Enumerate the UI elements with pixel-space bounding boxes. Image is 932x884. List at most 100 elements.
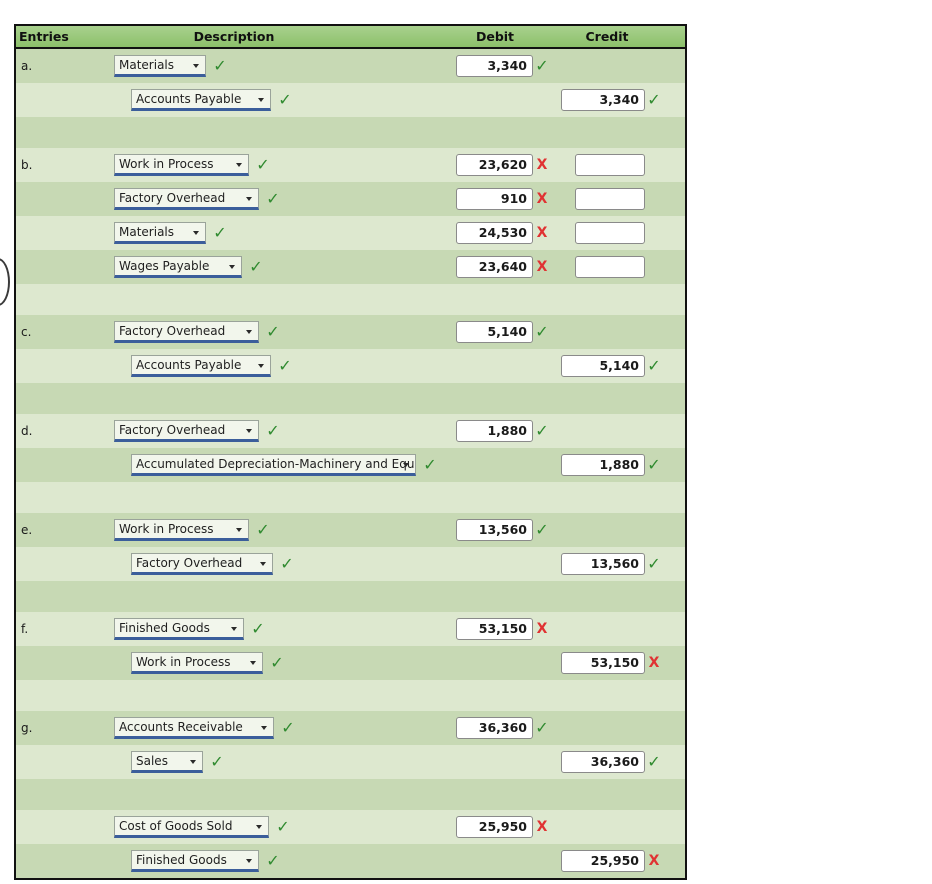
- account-select-label: Factory Overhead: [119, 191, 226, 205]
- table-row: Work in Process ✓ 53,150 X: [16, 646, 685, 680]
- account-status-icon: ✓: [251, 619, 265, 638]
- table-row: Sales ✓ 36,360 ✓: [16, 745, 685, 779]
- account-select[interactable]: Cost of Goods Sold: [114, 816, 269, 838]
- chevron-down-icon[interactable]: [236, 528, 242, 532]
- chevron-down-icon[interactable]: [250, 661, 256, 665]
- debit-status-icon: ✓: [535, 520, 549, 539]
- table-row: Accounts Payable ✓ 5,140 ✓: [16, 349, 685, 383]
- credit-input[interactable]: 53,150: [561, 652, 645, 674]
- debit-cell: 1,880 ✓: [439, 420, 551, 442]
- column-header-debit: Debit: [475, 29, 515, 44]
- account-select-label: Accumulated Depreciation-Machinery and E…: [136, 457, 416, 471]
- account-select[interactable]: Work in Process: [114, 519, 249, 541]
- account-select[interactable]: Accounts Payable: [131, 89, 271, 111]
- account-select[interactable]: Materials: [114, 55, 206, 77]
- credit-input[interactable]: 25,950: [561, 850, 645, 872]
- account-select[interactable]: Sales: [131, 751, 203, 773]
- spacer-row: [16, 383, 685, 414]
- chevron-down-icon[interactable]: [258, 98, 264, 102]
- chevron-down-icon[interactable]: [190, 760, 196, 764]
- chevron-down-icon[interactable]: [258, 364, 264, 368]
- account-select[interactable]: Finished Goods: [114, 618, 244, 640]
- account-select[interactable]: Work in Process: [131, 652, 263, 674]
- chevron-down-icon[interactable]: [193, 231, 199, 235]
- entry-letter: e.: [21, 523, 33, 537]
- spacer-row: [16, 117, 685, 148]
- debit-cell: 23,620 X: [439, 154, 551, 176]
- account-select[interactable]: Materials: [114, 222, 206, 244]
- account-select[interactable]: Factory Overhead: [114, 420, 259, 442]
- account-status-icon: ✓: [256, 155, 270, 174]
- credit-input[interactable]: 36,360: [561, 751, 645, 773]
- account-select-label: Work in Process: [136, 655, 231, 669]
- description-cell: Wages Payable ✓: [65, 256, 439, 278]
- account-select[interactable]: Accounts Receivable: [114, 717, 274, 739]
- description-cell: Accounts Payable ✓: [65, 89, 439, 111]
- account-select-label: Wages Payable: [119, 259, 210, 273]
- chevron-down-icon[interactable]: [229, 265, 235, 269]
- debit-cell: 23,640 X: [439, 256, 551, 278]
- debit-cell: 13,560 ✓: [439, 519, 551, 541]
- entry-letter: a.: [21, 59, 33, 73]
- credit-input-empty[interactable]: [575, 256, 645, 278]
- account-select[interactable]: Work in Process: [114, 154, 249, 176]
- debit-input[interactable]: 25,950: [456, 816, 533, 838]
- account-status-icon: ✓: [276, 817, 290, 836]
- account-select[interactable]: Accounts Payable: [131, 355, 271, 377]
- description-cell: Accounts Payable ✓: [65, 355, 439, 377]
- debit-input[interactable]: 5,140: [456, 321, 533, 343]
- debit-input[interactable]: 36,360: [456, 717, 533, 739]
- account-select[interactable]: Factory Overhead: [114, 321, 259, 343]
- account-select-label: Factory Overhead: [119, 324, 226, 338]
- table-row: b. Work in Process ✓ 23,620 X: [16, 148, 685, 182]
- account-status-icon: ✓: [210, 752, 224, 771]
- chevron-down-icon[interactable]: [246, 429, 252, 433]
- debit-input[interactable]: 13,560: [456, 519, 533, 541]
- chevron-down-icon[interactable]: [236, 163, 242, 167]
- debit-input[interactable]: 24,530: [456, 222, 533, 244]
- table-row: g. Accounts Receivable ✓ 36,360 ✓: [16, 711, 685, 745]
- description-cell: Factory Overhead ✓: [65, 553, 439, 575]
- debit-input[interactable]: 53,150: [456, 618, 533, 640]
- table-row: Materials ✓ 24,530 X: [16, 216, 685, 250]
- debit-input[interactable]: 1,880: [456, 420, 533, 442]
- chevron-down-icon[interactable]: [403, 463, 409, 467]
- credit-input[interactable]: 3,340: [561, 89, 645, 111]
- chevron-down-icon[interactable]: [246, 859, 252, 863]
- credit-input-empty[interactable]: [575, 222, 645, 244]
- account-select[interactable]: Factory Overhead: [131, 553, 273, 575]
- debit-status-icon: ✓: [535, 56, 549, 75]
- debit-status-icon: ✓: [535, 322, 549, 341]
- debit-input[interactable]: 23,620: [456, 154, 533, 176]
- credit-input[interactable]: 13,560: [561, 553, 645, 575]
- account-select[interactable]: Finished Goods: [131, 850, 259, 872]
- credit-input-empty[interactable]: [575, 188, 645, 210]
- description-cell: Work in Process ✓: [65, 652, 439, 674]
- account-select[interactable]: Factory Overhead: [114, 188, 259, 210]
- chevron-down-icon[interactable]: [256, 825, 262, 829]
- description-cell: Accumulated Depreciation-Machinery and E…: [65, 454, 439, 476]
- chevron-down-icon[interactable]: [246, 330, 252, 334]
- account-select-label: Materials: [119, 225, 175, 239]
- chevron-down-icon[interactable]: [261, 726, 267, 730]
- debit-cell: 5,140 ✓: [439, 321, 551, 343]
- chevron-down-icon[interactable]: [246, 197, 252, 201]
- debit-cell: 36,360 ✓: [439, 717, 551, 739]
- table-header-row: Entries Description Debit Credit: [16, 26, 685, 49]
- credit-status-icon: X: [648, 853, 660, 869]
- debit-input[interactable]: 910: [456, 188, 533, 210]
- chevron-down-icon[interactable]: [193, 64, 199, 68]
- credit-input[interactable]: 5,140: [561, 355, 645, 377]
- credit-input[interactable]: 1,880: [561, 454, 645, 476]
- account-select[interactable]: Accumulated Depreciation-Machinery and E…: [131, 454, 416, 476]
- credit-status-icon: ✓: [647, 752, 661, 771]
- debit-input[interactable]: 23,640: [456, 256, 533, 278]
- debit-input[interactable]: 3,340: [456, 55, 533, 77]
- chevron-down-icon[interactable]: [231, 627, 237, 631]
- chevron-down-icon[interactable]: [260, 562, 266, 566]
- account-select[interactable]: Wages Payable: [114, 256, 242, 278]
- account-select-label: Cost of Goods Sold: [119, 819, 233, 833]
- description-cell: Sales ✓: [65, 751, 439, 773]
- description-cell: Finished Goods ✓: [65, 850, 439, 872]
- credit-input-empty[interactable]: [575, 154, 645, 176]
